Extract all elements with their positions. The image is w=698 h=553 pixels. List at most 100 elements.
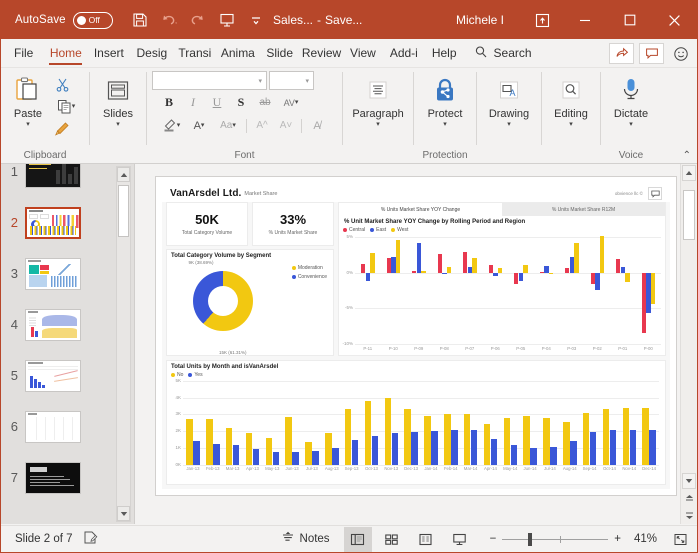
drawing-button[interactable]: A Drawing ▾: [485, 72, 533, 129]
slides-button[interactable]: Slides ▾: [97, 72, 139, 129]
protect-button[interactable]: Protect ▾: [424, 72, 467, 129]
bold-button[interactable]: B: [158, 92, 180, 113]
maximize-button[interactable]: [607, 1, 652, 39]
legend-dot: [291, 275, 296, 279]
zoom-in-button[interactable]: +: [614, 533, 621, 545]
tab-transitions[interactable]: Transi: [173, 39, 216, 67]
notes-button[interactable]: Notes: [273, 531, 338, 547]
copy-button[interactable]: ▾: [51, 96, 81, 117]
decrease-font-size-button[interactable]: A˅: [275, 115, 297, 136]
subtab-yoy-change[interactable]: % Units Market Share YOY Change: [339, 203, 502, 216]
document-title[interactable]: Sales... - Save...: [273, 1, 362, 39]
current-slide[interactable]: VanArsdel Ltd. Market Share obvience llc…: [155, 176, 677, 496]
zoom-percentage[interactable]: 41%: [627, 533, 657, 545]
ribbon-display-options-icon[interactable]: [522, 1, 562, 39]
thumbnail-slide-1[interactable]: 1: [1, 164, 113, 197]
tab-insert[interactable]: Insert: [87, 39, 130, 67]
save-icon[interactable]: [127, 8, 153, 32]
thumbnail-slide-2[interactable]: 2: [1, 197, 113, 248]
protect-caret-icon[interactable]: ▾: [443, 120, 447, 129]
slides-caret-icon[interactable]: ▾: [116, 120, 120, 129]
autosave-toggle[interactable]: Off: [72, 11, 113, 29]
font-size-input[interactable]: ▾: [269, 71, 314, 90]
thumbnail-slide-7[interactable]: 7: [1, 452, 113, 503]
normal-view-button[interactable]: [343, 526, 372, 552]
redo-icon[interactable]: [185, 8, 211, 32]
tab-home[interactable]: Home: [44, 39, 87, 67]
copy-caret-icon[interactable]: ▾: [72, 102, 76, 111]
thumbnail-slide-3[interactable]: 3: [1, 248, 113, 299]
donut-chart: 9K (38.69%) 15K (61.31%) Moderation Conv…: [167, 259, 333, 355]
close-button[interactable]: [652, 1, 697, 39]
scroll-down-icon[interactable]: [117, 506, 130, 521]
zoom-out-button[interactable]: −: [490, 533, 497, 545]
font-name-input[interactable]: ▾: [152, 71, 267, 90]
account-name[interactable]: Michele I: [456, 1, 504, 39]
chart-bar: [642, 407, 649, 465]
scroll-up-icon[interactable]: [117, 167, 130, 182]
text-shadow-button[interactable]: S: [230, 92, 252, 113]
cut-button[interactable]: [51, 74, 73, 95]
clear-formatting-button[interactable]: A̸: [306, 115, 328, 136]
paste-caret-icon[interactable]: ▾: [26, 120, 30, 129]
chart-bar: [609, 430, 617, 465]
tab-review[interactable]: Review: [300, 39, 343, 67]
paste-button[interactable]: Paste ▾: [7, 72, 49, 129]
character-spacing-button[interactable]: AV ▾: [278, 92, 304, 113]
underline-button[interactable]: U: [206, 92, 228, 113]
font-name-caret-icon[interactable]: ▾: [258, 77, 262, 85]
italic-button[interactable]: I: [182, 92, 204, 113]
previous-slide-icon[interactable]: [682, 490, 696, 506]
canvas-scroll-down-icon[interactable]: [682, 473, 696, 489]
minimize-button[interactable]: [562, 1, 607, 39]
share-icon[interactable]: [609, 43, 634, 64]
slide-sorter-view-button[interactable]: [378, 527, 406, 552]
comments-icon[interactable]: [639, 43, 664, 64]
strikethrough-button[interactable]: ab: [254, 92, 276, 113]
next-slide-icon[interactable]: [682, 507, 696, 523]
tab-file[interactable]: File: [1, 39, 44, 67]
dashboard-comment-icon[interactable]: [648, 187, 662, 200]
search-box[interactable]: Search: [464, 39, 540, 67]
accessibility-icon[interactable]: [83, 530, 98, 548]
tab-add-ins[interactable]: Add-i: [383, 39, 425, 67]
thumbnail-slide-4[interactable]: 4: [1, 299, 113, 350]
tab-view[interactable]: View: [343, 39, 383, 67]
slideshow-view-button[interactable]: [446, 527, 474, 552]
thumbnail-scrollbar[interactable]: [116, 166, 131, 522]
canvas-scroll-grip[interactable]: [683, 190, 695, 240]
tab-slideshow[interactable]: Slide: [259, 39, 300, 67]
canvas-scrollbar[interactable]: [680, 164, 697, 524]
editing-button[interactable]: Editing ▾: [550, 72, 592, 129]
slide-counter[interactable]: Slide 2 of 7: [15, 533, 73, 545]
paragraph-caret-icon[interactable]: ▾: [376, 120, 380, 129]
paragraph-button[interactable]: Paragraph ▾: [348, 72, 407, 129]
tab-animations[interactable]: Anima: [216, 39, 259, 67]
undo-icon[interactable]: [156, 8, 182, 32]
format-painter-button[interactable]: [51, 118, 73, 139]
dictate-caret-icon[interactable]: ▾: [629, 120, 633, 129]
zoom-slider[interactable]: [502, 532, 609, 546]
start-presentation-icon[interactable]: [214, 8, 240, 32]
font-color-button[interactable]: A ▾: [186, 115, 212, 136]
editing-caret-icon[interactable]: ▾: [569, 120, 573, 129]
dictate-button[interactable]: Dictate ▾: [610, 72, 652, 129]
change-case-button[interactable]: Aa ▾: [214, 115, 242, 136]
subtab-r12m[interactable]: % Units Market Share R12M: [502, 203, 665, 216]
thumbnail-slide-6[interactable]: 6: [1, 401, 113, 452]
drawing-caret-icon[interactable]: ▾: [507, 120, 511, 129]
feedback-smiley-icon[interactable]: [669, 43, 693, 64]
tab-design[interactable]: Desig: [130, 39, 173, 67]
reading-view-button[interactable]: [412, 527, 440, 552]
fit-slide-to-window-button[interactable]: [671, 532, 697, 547]
customize-qat-icon[interactable]: [243, 8, 269, 32]
text-highlight-color-button[interactable]: ▾: [158, 115, 184, 136]
thumbnail-slide-5[interactable]: 5: [1, 350, 113, 401]
canvas-scroll-up-icon[interactable]: [682, 165, 696, 181]
tab-help[interactable]: Help: [425, 39, 464, 67]
zoom-slider-handle[interactable]: [528, 532, 533, 546]
increase-font-size-button[interactable]: A^: [251, 115, 273, 136]
collapse-ribbon-icon[interactable]: ⌃: [683, 150, 691, 161]
thumbnail-scroll-grip[interactable]: [118, 185, 129, 237]
font-size-caret-icon[interactable]: ▾: [305, 77, 309, 85]
